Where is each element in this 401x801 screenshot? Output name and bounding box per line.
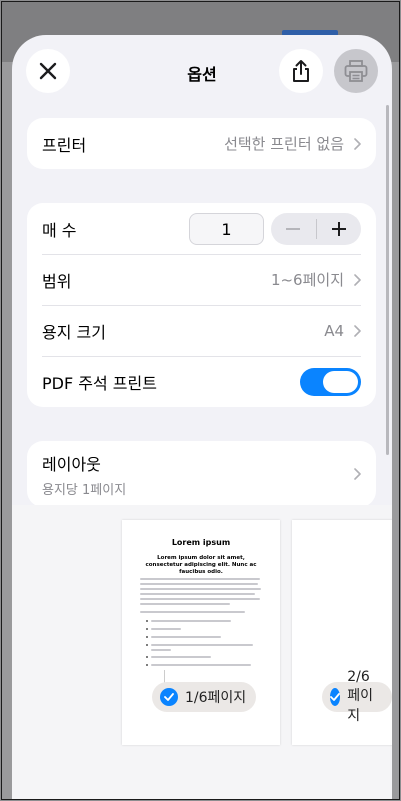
- text-line: [140, 598, 260, 600]
- screen: 옵션 프린터 선택한 프린터 없음 매 수 1 범위 1~6페이지 용지 크기 …: [1, 1, 400, 800]
- scroll-indicator[interactable]: [386, 105, 389, 455]
- paper-size-row[interactable]: 용지 크기 A4: [27, 305, 376, 356]
- printer-row[interactable]: 프린터 선택한 프린터 없음: [27, 118, 376, 169]
- pdf-annotations-toggle[interactable]: [300, 367, 361, 396]
- checkmark-icon: [160, 688, 178, 706]
- page-badge-2[interactable]: 2/6페이지: [322, 669, 392, 724]
- copies-input[interactable]: 1: [189, 213, 264, 245]
- page-badge-1[interactable]: 1/6페이지: [152, 682, 257, 712]
- printer-value-group: 선택한 프린터 없음: [224, 133, 361, 154]
- text-line: [151, 644, 253, 646]
- text-line: [151, 628, 181, 630]
- page-badge-label: 2/6페이지: [347, 669, 373, 724]
- printer-value: 선택한 프린터 없음: [224, 135, 344, 153]
- bullet: [146, 636, 148, 638]
- layout-text: 레이아웃 용지당 1페이지: [42, 451, 126, 498]
- minus-icon: [286, 228, 301, 230]
- bullet: [146, 656, 148, 658]
- doc-subtitle: Lorem ipsum dolor sit amet, consectetur …: [145, 555, 257, 576]
- options-card: 매 수 1 범위 1~6페이지 용지 크기 A4 PDF 주석 프린트: [27, 203, 376, 407]
- text-line: [140, 583, 258, 585]
- bullet: [146, 664, 148, 666]
- bullet: [146, 644, 148, 646]
- layout-row[interactable]: 레이아웃 용지당 1페이지: [27, 441, 376, 507]
- text-line: [151, 636, 221, 638]
- print-button[interactable]: [334, 49, 378, 93]
- range-label: 범위: [42, 271, 72, 291]
- paper-size-value: A4: [324, 321, 344, 340]
- layout-card: 레이아웃 용지당 1페이지: [27, 441, 376, 507]
- toggle-knob: [323, 370, 358, 393]
- copies-row: 매 수 1: [27, 203, 376, 254]
- bullet: [146, 628, 148, 630]
- decrement-button[interactable]: [271, 213, 316, 245]
- pdf-annotations-label: PDF 주석 프린트: [42, 373, 157, 393]
- range-value: 1~6페이지: [270, 271, 344, 289]
- copies-label: 매 수: [42, 220, 77, 240]
- layout-chevron-group: [354, 468, 361, 480]
- bullet: [146, 620, 148, 622]
- paper-size-label: 용지 크기: [42, 322, 106, 342]
- printer-icon: [344, 60, 368, 82]
- pdf-annotations-row: PDF 주석 프린트: [27, 356, 376, 407]
- page-badge-label: 1/6페이지: [185, 690, 247, 706]
- paper-size-value-group: A4: [324, 322, 361, 340]
- text-line: [151, 649, 171, 651]
- text-line: [151, 664, 251, 666]
- print-options-sheet: 옵션 프린터 선택한 프린터 없음 매 수 1 범위 1~6페이지 용지 크기 …: [12, 35, 392, 799]
- plus-icon: [331, 222, 346, 236]
- page-preview-strip[interactable]: Lorem ipsum Lorem ipsum dolor sit amet, …: [12, 505, 392, 799]
- text-line: [140, 588, 261, 590]
- chevron-right-icon: [354, 324, 361, 337]
- text-line: [151, 620, 231, 622]
- checkmark-icon: [330, 688, 341, 706]
- share-icon: [293, 60, 309, 82]
- chevron-right-icon: [354, 468, 361, 480]
- range-row[interactable]: 범위 1~6페이지: [27, 254, 376, 305]
- layout-label: 레이아웃: [42, 454, 101, 474]
- printer-card: 프린터 선택한 프린터 없음: [27, 118, 376, 169]
- text-line: [140, 611, 245, 613]
- copies-stepper: [271, 213, 361, 245]
- doc-title: Lorem ipsum: [171, 538, 231, 547]
- chevron-right-icon: [354, 273, 361, 286]
- layout-value: 용지당 1페이지: [42, 482, 127, 498]
- chevron-right-icon: [354, 137, 361, 150]
- text-line: [151, 656, 211, 658]
- range-value-group: 1~6페이지: [271, 269, 361, 290]
- text-line: [140, 593, 255, 595]
- text-line: [140, 603, 230, 605]
- share-button[interactable]: [279, 49, 323, 93]
- increment-button[interactable]: [317, 213, 362, 245]
- text-line: [140, 578, 260, 580]
- printer-label: 프린터: [42, 135, 87, 155]
